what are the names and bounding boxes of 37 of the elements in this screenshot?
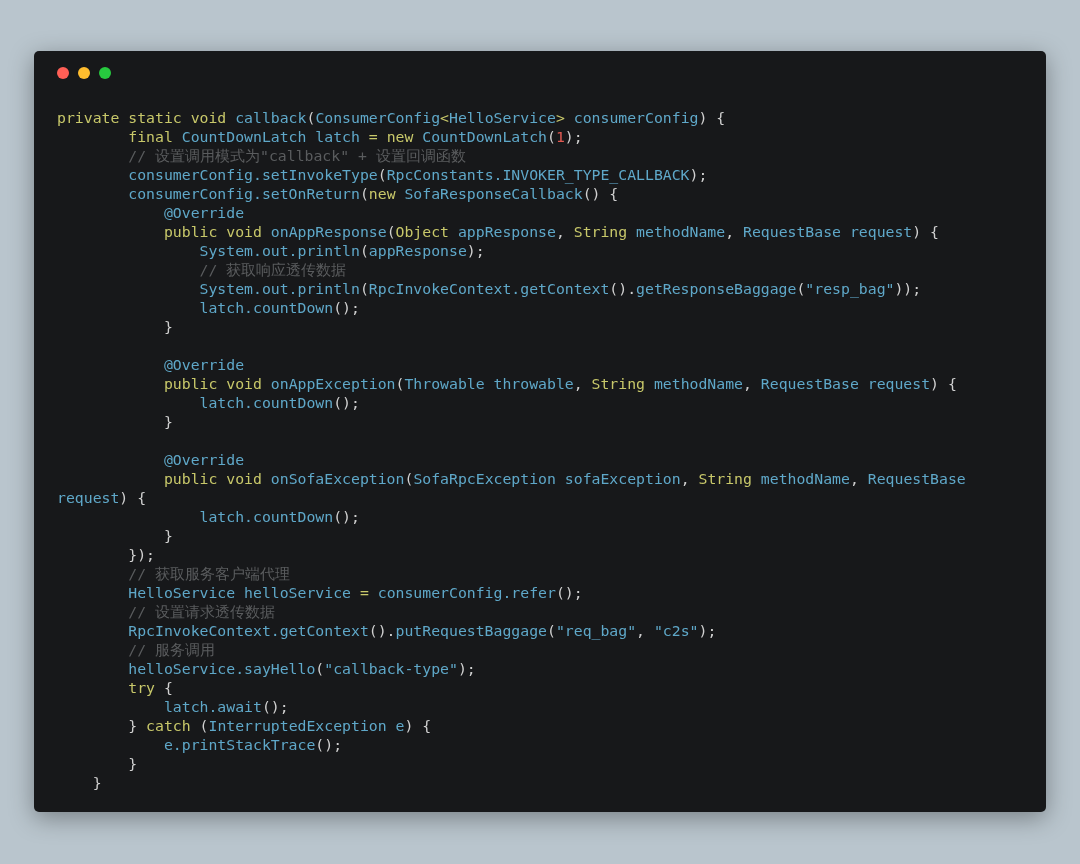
code-line: e.printStackTrace(); (162, 735, 343, 754)
code-line: // 设置请求透传数据 (127, 602, 275, 621)
code-line: } (127, 754, 138, 773)
maximize-icon[interactable] (99, 67, 111, 79)
code-line: try { (127, 678, 173, 697)
code-line: latch.await(); (162, 697, 289, 716)
code-line: public void onAppException(Throwable throwable, String methodName, RequestBase request) { (162, 374, 957, 393)
code-line: } (162, 526, 173, 545)
code-line: } catch (InterruptedException e) { (127, 716, 432, 735)
code-line: consumerConfig.setInvokeType(RpcConstants.INVOKER_TYPE_CALLBACK); (127, 165, 708, 184)
code-line: latch.countDown(); (198, 298, 360, 317)
code-line: final CountDownLatch latch = new CountDownLatch(1); (127, 127, 583, 146)
code-line: // 获取响应透传数据 (198, 260, 347, 279)
code-line: // 设置调用模式为"callback" + 设置回调函数 (127, 146, 466, 165)
code-line: latch.countDown(); (198, 507, 360, 526)
code-line: consumerConfig.setOnReturn(new SofaResponseCallback() { (127, 184, 619, 203)
code-line: public void onAppResponse(Object appResponse, String methodName, RequestBase request) { (162, 222, 939, 241)
minimize-icon[interactable] (78, 67, 90, 79)
close-icon[interactable] (57, 67, 69, 79)
code-line: @Override (162, 203, 245, 222)
code-line: RpcInvokeContext.getContext().putRequestBaggage("req_bag", "c2s"); (127, 621, 717, 640)
code-line: latch.countDown(); (198, 393, 360, 412)
code-line: private static void callback(ConsumerConfig<HelloService> consumerConfig) { (57, 108, 726, 127)
code-line: public void onSofaException(SofaRpcException sofaException, String methodName, RequestBase (162, 469, 966, 488)
code-line: HelloService helloService = consumerConfig.refer(); (127, 583, 583, 602)
code-line: } (162, 412, 173, 431)
code-line: // 服务调用 (127, 640, 215, 659)
code-line: @Override (162, 355, 245, 374)
code-line: System.out.println(RpcInvokeContext.getContext().getResponseBaggage("resp_bag")); (198, 279, 922, 298)
code-line: helloService.sayHello("callback-type"); (127, 659, 476, 678)
code-line: // 获取服务客户端代理 (127, 564, 290, 583)
code-line: request) { (57, 488, 147, 507)
code-line: } (162, 317, 173, 336)
code-line: @Override (162, 450, 245, 469)
code-line: }); (127, 545, 155, 564)
code-line: } (91, 773, 102, 792)
code-line: System.out.println(appResponse); (198, 241, 485, 260)
